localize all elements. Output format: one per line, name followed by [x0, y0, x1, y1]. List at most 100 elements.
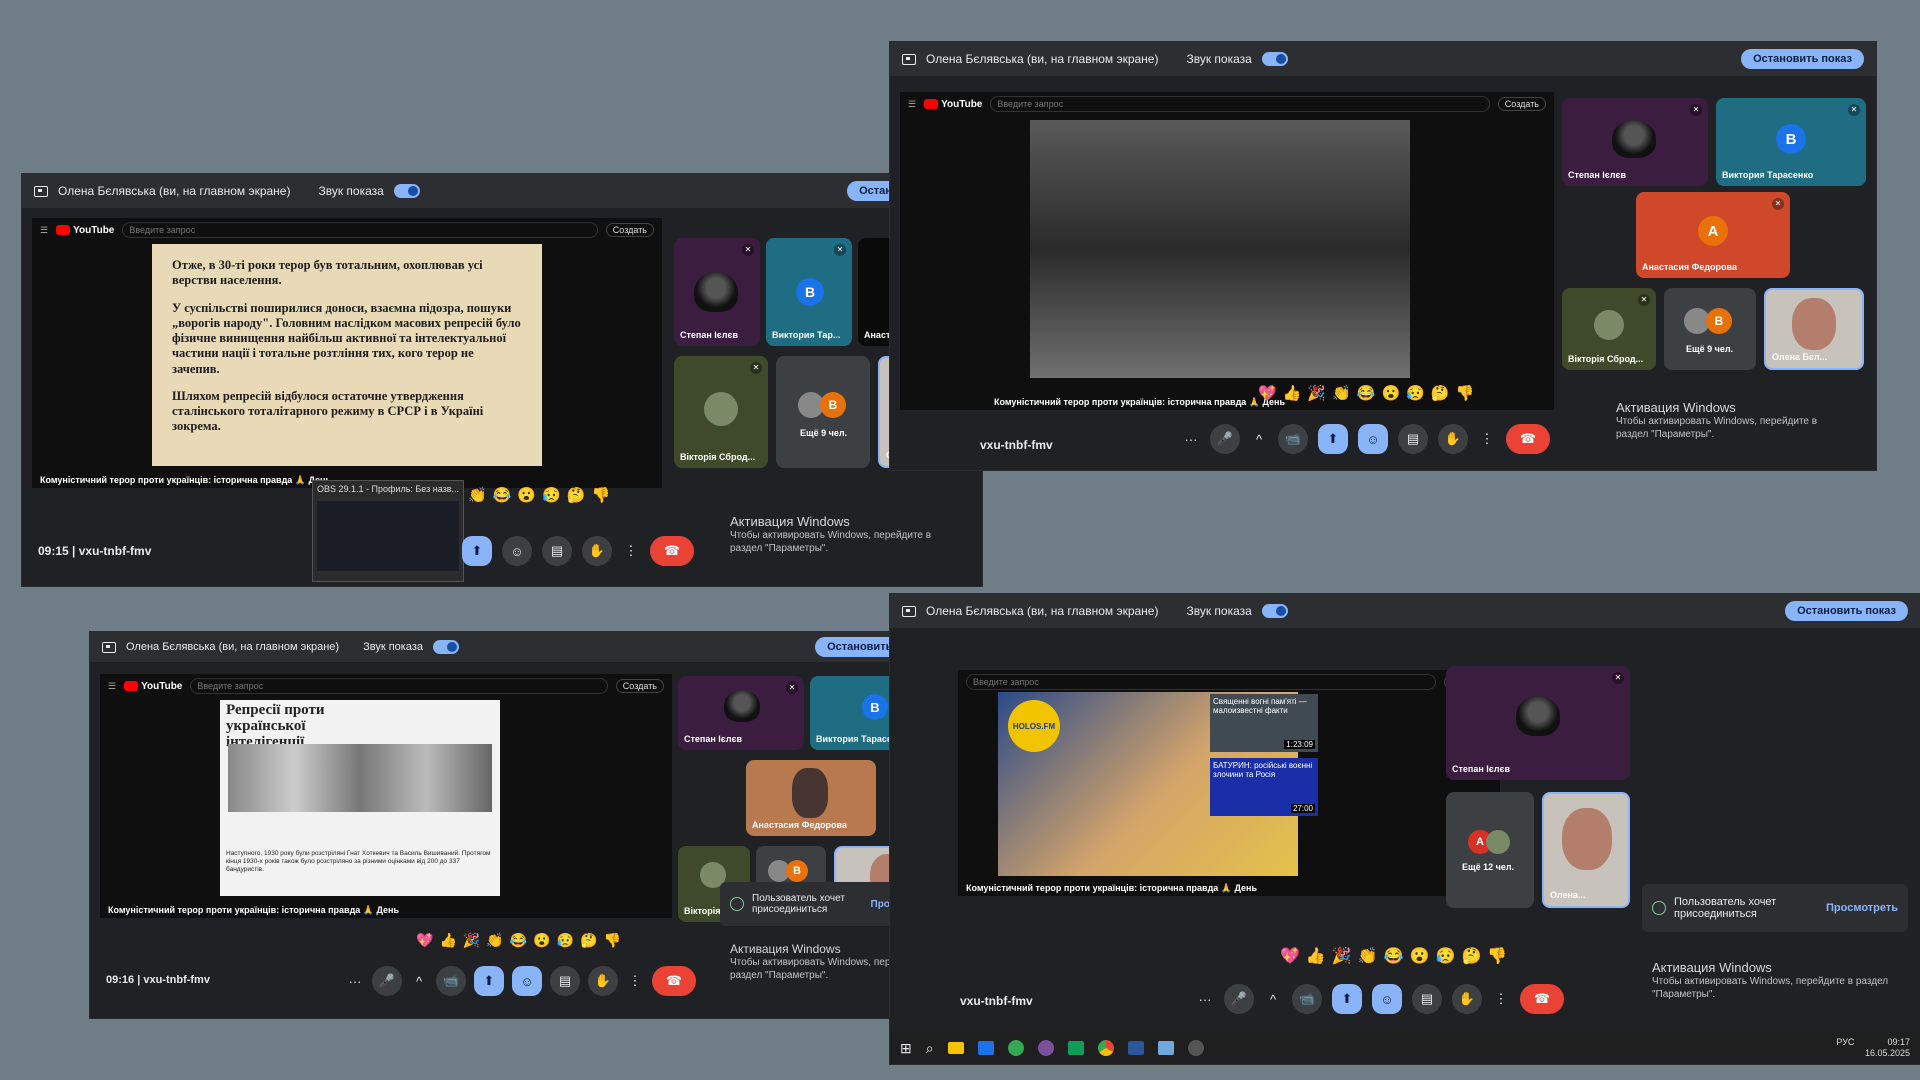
youtube-logo[interactable]: YouTube [924, 99, 982, 110]
reaction-emoji[interactable]: 👎 [604, 932, 621, 949]
language-indicator[interactable]: РУС [1836, 1037, 1854, 1048]
youtube-search-input[interactable]: Введите запрос [990, 96, 1490, 112]
chevron-up-icon[interactable]: ^ [410, 966, 428, 996]
app-icon[interactable] [977, 1041, 994, 1055]
microphone-button[interactable]: 🎤 [1210, 424, 1240, 454]
reaction-emoji[interactable]: 🎉 [1307, 384, 1326, 402]
reaction-emoji[interactable]: 😮 [1410, 946, 1430, 966]
end-call-button[interactable]: ☎ [652, 966, 696, 996]
microphone-button[interactable]: 🎤 [1224, 984, 1254, 1014]
present-button[interactable]: ⬆ [474, 966, 504, 996]
menu-icon[interactable]: ☰ [108, 681, 116, 692]
youtube-search-input[interactable]: Введите запрос [190, 678, 608, 694]
viber-icon[interactable] [1037, 1040, 1054, 1056]
more-options-button[interactable]: ⋮ [1492, 984, 1510, 1014]
emoji-button[interactable]: ☺ [1358, 424, 1388, 454]
participant-tile[interactable]: Олена... [1542, 792, 1630, 908]
stop-presenting-button[interactable]: Остановить показ [1785, 601, 1908, 621]
participant-tile[interactable]: А ✕ Анастасия Федорова [1636, 192, 1790, 278]
youtube-search-input[interactable]: Введите запрос [122, 222, 598, 238]
captions-button[interactable]: ▤ [550, 966, 580, 996]
windows-start-icon[interactable]: ⊞ [900, 1040, 912, 1057]
more-actions-button[interactable]: ··· [1182, 424, 1200, 454]
participant-tile[interactable]: ✕ Вікторія Сброд... [674, 356, 768, 468]
participant-tile[interactable]: Анастасия Федорова [746, 760, 876, 836]
obs-icon[interactable] [1187, 1040, 1204, 1056]
app-icon[interactable] [1067, 1041, 1084, 1055]
reaction-emoji[interactable]: 💖 [1258, 384, 1277, 402]
tray-time[interactable]: 09:17 [1865, 1037, 1910, 1048]
reaction-emoji[interactable]: 🎉 [463, 932, 480, 949]
raise-hand-button[interactable]: ✋ [1438, 424, 1468, 454]
youtube-search-input[interactable]: Введите запрос [966, 674, 1436, 690]
menu-icon[interactable]: ☰ [40, 225, 48, 236]
reaction-emoji[interactable]: 😮 [517, 486, 536, 504]
end-call-button[interactable]: ☎ [1506, 424, 1550, 454]
reaction-emoji[interactable]: 😂 [510, 932, 527, 949]
participant-tile[interactable]: В ✕ Виктория Тар... [766, 238, 852, 346]
reaction-emoji[interactable]: 👏 [486, 932, 503, 949]
reaction-emoji[interactable]: 🤔 [580, 932, 597, 949]
folder-icon[interactable] [947, 1042, 964, 1054]
search-icon[interactable]: ⌕ [926, 1040, 934, 1057]
participant-tile[interactable]: Олена Бєл... [1764, 288, 1864, 370]
youtube-logo[interactable]: YouTube [56, 225, 114, 236]
camera-button[interactable]: 📹 [1278, 424, 1308, 454]
reaction-emoji[interactable]: 😥 [557, 932, 574, 949]
reaction-emoji[interactable]: 😥 [1436, 946, 1456, 966]
present-button[interactable]: ⬆ [1318, 424, 1348, 454]
emoji-button[interactable]: ☺ [512, 966, 542, 996]
obs-taskbar-preview[interactable]: OBS 29.1.1 - Профиль: Без назв... [312, 480, 464, 582]
raise-hand-button[interactable]: ✋ [1452, 984, 1482, 1014]
view-request-button[interactable]: Просмотреть [1826, 902, 1898, 914]
reaction-emoji[interactable]: 👏 [1332, 384, 1351, 402]
reaction-emoji[interactable]: 😥 [1406, 384, 1425, 402]
participant-tile[interactable]: ✕ Вікторія Сброд... [1562, 288, 1656, 370]
chevron-up-icon[interactable]: ^ [1250, 424, 1268, 454]
sound-toggle[interactable] [1261, 52, 1288, 66]
participant-tile[interactable]: ✕ Степан Ієлєв [1446, 666, 1630, 780]
end-call-button[interactable]: ☎ [650, 536, 694, 566]
reaction-emoji[interactable]: 🤔 [1431, 384, 1450, 402]
reaction-emoji[interactable]: 💖 [416, 932, 433, 949]
more-actions-button[interactable]: ··· [1196, 984, 1214, 1014]
emoji-button[interactable]: ☺ [502, 536, 532, 566]
more-options-button[interactable]: ⋮ [626, 966, 644, 996]
captions-button[interactable]: ▤ [1412, 984, 1442, 1014]
more-participants-tile[interactable]: B Ещё 9 чел. [776, 356, 870, 468]
reaction-emoji[interactable]: 🤔 [567, 486, 586, 504]
chrome-icon[interactable] [1097, 1040, 1114, 1056]
chevron-up-icon[interactable]: ^ [1264, 984, 1282, 1014]
reaction-emoji[interactable]: 👎 [1487, 946, 1507, 966]
sound-toggle[interactable] [393, 184, 420, 198]
emoji-button[interactable]: ☺ [1372, 984, 1402, 1014]
camera-button[interactable]: 📹 [1292, 984, 1322, 1014]
reaction-emoji[interactable]: 👍 [1283, 384, 1302, 402]
youtube-create-button[interactable]: Создать [605, 223, 654, 237]
present-button[interactable]: ⬆ [462, 536, 492, 566]
reaction-emoji[interactable]: 😂 [493, 486, 512, 504]
participant-tile[interactable]: ✕ Степан Ієлєв [678, 676, 804, 750]
reaction-emoji[interactable]: 😮 [533, 932, 550, 949]
sound-toggle[interactable] [1261, 604, 1288, 618]
participant-tile[interactable]: В ✕ Виктория Тарасенко [1716, 98, 1866, 186]
reaction-emoji[interactable]: 😥 [542, 486, 561, 504]
sound-toggle[interactable] [433, 640, 459, 654]
camera-button[interactable]: 📹 [436, 966, 466, 996]
participant-tile[interactable]: ✕ Степан Ієлєв [1562, 98, 1708, 186]
reaction-emoji[interactable]: 😂 [1384, 946, 1404, 966]
reaction-emoji[interactable]: 🤔 [1461, 946, 1481, 966]
stop-presenting-button[interactable]: Остановить показ [1741, 49, 1864, 69]
reaction-emoji[interactable]: 👎 [1456, 384, 1475, 402]
youtube-logo[interactable]: YouTube [124, 681, 182, 692]
reaction-emoji[interactable]: 😮 [1381, 384, 1400, 402]
tray-date[interactable]: 16.05.2025 [1865, 1048, 1910, 1059]
more-options-button[interactable]: ⋮ [622, 536, 640, 566]
app-icon[interactable] [1007, 1040, 1024, 1056]
youtube-create-button[interactable]: Создать [615, 679, 664, 693]
captions-button[interactable]: ▤ [1398, 424, 1428, 454]
reaction-emoji[interactable]: 👍 [439, 932, 456, 949]
youtube-create-button[interactable]: Создать [1497, 97, 1546, 111]
join-request-toast[interactable]: Пользователь хочет присоединиться Просмо… [1642, 884, 1908, 932]
more-participants-tile[interactable]: А Ещё 12 чел. [1446, 792, 1534, 908]
